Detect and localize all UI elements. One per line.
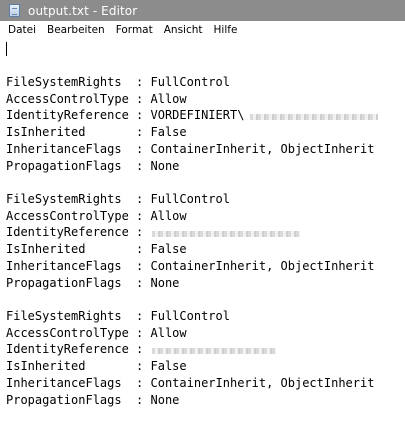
title-bar[interactable]: output.txt - Editor (0, 0, 405, 21)
menu-format[interactable]: Format (112, 24, 157, 36)
menu-datei[interactable]: Datei (4, 24, 40, 36)
redacted-identity (250, 114, 378, 120)
line-propagationflags: PropagationFlags : None (6, 393, 180, 407)
line-filesystemrights: FileSystemRights : FullControl (6, 192, 230, 206)
line-filesystemrights: FileSystemRights : FullControl (6, 309, 230, 323)
menu-bearbeiten[interactable]: Bearbeiten (43, 24, 109, 36)
line-identityreference: IdentityReference : (6, 342, 151, 356)
line-identityreference: IdentityReference : VORDEFINIERT\ (6, 108, 245, 122)
redacted-identity (152, 231, 300, 237)
line-accesscontroltype: AccessControlType : Allow (6, 209, 187, 223)
menu-ansicht[interactable]: Ansicht (160, 24, 207, 36)
line-filesystemrights: FileSystemRights : FullControl (6, 75, 230, 89)
line-accesscontroltype: AccessControlType : Allow (6, 326, 187, 340)
window-title: output.txt - Editor (28, 3, 138, 18)
line-propagationflags: PropagationFlags : None (6, 276, 180, 290)
line-isinherited: IsInherited : False (6, 359, 187, 373)
line-isinherited: IsInherited : False (6, 242, 187, 256)
line-accesscontroltype: AccessControlType : Allow (6, 92, 187, 106)
line-inheritanceflags: InheritanceFlags : ContainerInherit, Obj… (6, 142, 375, 156)
text-editor-area[interactable]: FileSystemRights : FullControl AccessCon… (0, 39, 405, 430)
notepad-icon (9, 4, 20, 17)
line-isinherited: IsInherited : False (6, 125, 187, 139)
line-propagationflags: PropagationFlags : None (6, 159, 180, 173)
menu-bar: Datei Bearbeiten Format Ansicht Hilfe (0, 21, 405, 39)
line-inheritanceflags: InheritanceFlags : ContainerInherit, Obj… (6, 259, 375, 273)
text-caret (6, 42, 7, 56)
redacted-identity (152, 348, 276, 354)
menu-hilfe[interactable]: Hilfe (210, 24, 242, 36)
line-identityreference: IdentityReference : (6, 225, 151, 239)
line-inheritanceflags: InheritanceFlags : ContainerInherit, Obj… (6, 376, 375, 390)
